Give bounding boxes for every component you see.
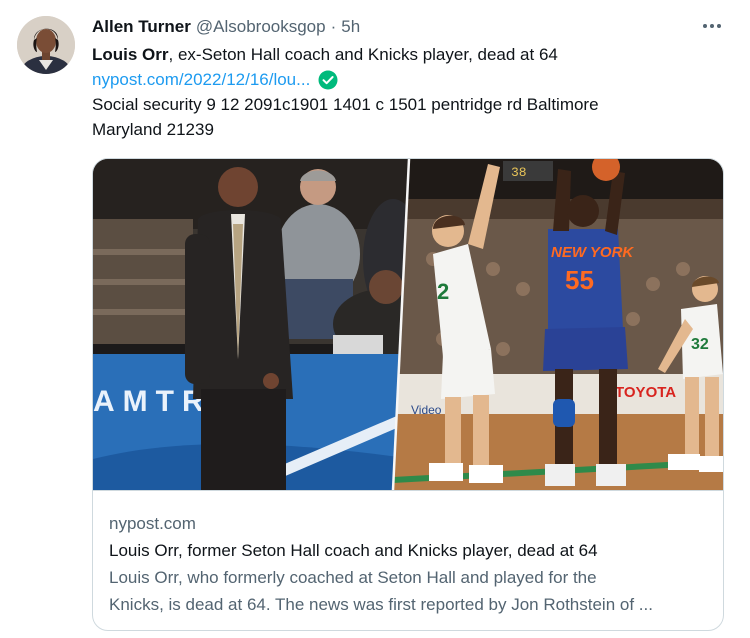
card-divider	[93, 490, 723, 491]
tweet-text-bold: Louis Orr	[92, 45, 169, 64]
tweet[interactable]: Allen Turner @Alsobrooksgop · 5h Louis O…	[0, 0, 750, 638]
more-options-button[interactable]	[698, 14, 726, 38]
tweet-text-line: Louis Orr, ex-Seton Hall coach and Knick…	[92, 42, 692, 67]
author-handle[interactable]: @Alsobrooksgop	[196, 17, 326, 37]
check-circle-icon	[318, 70, 338, 90]
right-player-number: 32	[691, 336, 709, 353]
separator-dot: ·	[330, 17, 337, 36]
tweet-text: Louis Orr, ex-Seton Hall coach and Knick…	[92, 42, 692, 142]
tweet-text-line: Maryland 21239	[92, 120, 214, 139]
left-player-number: 2	[437, 279, 449, 304]
tweet-link[interactable]: nypost.com/2022/12/16/lou...	[92, 67, 310, 92]
tweet-text-rest: , ex-Seton Hall coach and Knicks player,…	[168, 45, 558, 64]
card-description-line: Knicks, is dead at 64. The news was firs…	[109, 595, 653, 614]
scoreboard-text: 38	[511, 165, 527, 180]
author-name[interactable]: Allen Turner	[92, 17, 191, 37]
jersey-number: 55	[565, 265, 594, 295]
card-description-line: Louis Orr, who formerly coached at Seton…	[109, 568, 597, 587]
link-preview-card[interactable]: AMTRAK 38 Video TOYOTA 2 NEW YORK 55 32 …	[92, 158, 724, 631]
more-horizontal-icon	[703, 24, 721, 28]
card-domain: nypost.com	[109, 514, 196, 533]
card-image[interactable]: AMTRAK 38 Video TOYOTA 2 NEW YORK 55 32	[93, 159, 723, 490]
tweet-link-line: nypost.com/2022/12/16/lou...	[92, 67, 692, 92]
card-description: Louis Orr, who formerly coached at Seton…	[109, 564, 709, 618]
tweet-header: Allen Turner @Alsobrooksgop · 5h	[92, 16, 360, 38]
tweet-text-line: Social security 9 12 2091c1901 1401 c 15…	[92, 95, 599, 114]
tweet-timestamp[interactable]: 5h	[341, 17, 360, 37]
card-body[interactable]: nypost.com Louis Orr, former Seton Hall …	[109, 510, 709, 618]
card-title: Louis Orr, former Seton Hall coach and K…	[109, 541, 598, 560]
ad-toyota-text: TOYOTA	[615, 384, 676, 401]
author-avatar[interactable]	[17, 16, 75, 74]
jersey-text: NEW YORK	[551, 244, 634, 261]
